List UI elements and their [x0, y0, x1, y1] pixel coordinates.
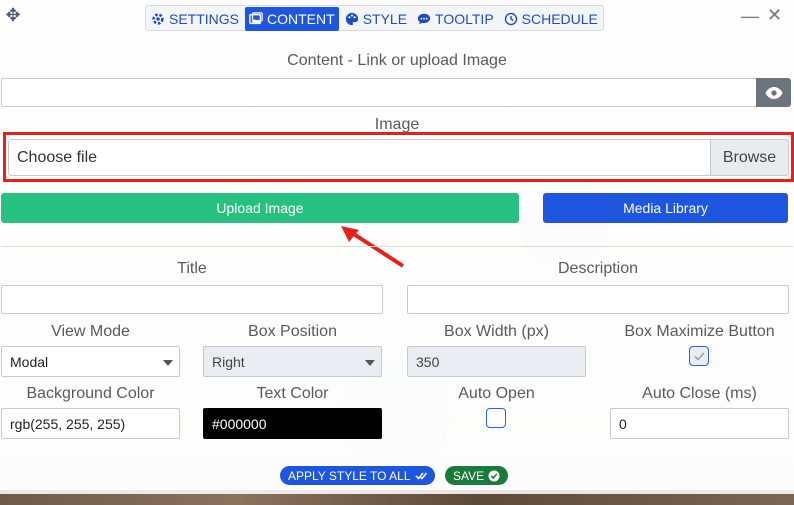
content-link-label: Content - Link or upload Image — [287, 52, 507, 69]
double-check-icon — [415, 472, 427, 480]
chevron-down-icon — [163, 359, 173, 366]
tab-settings[interactable]: SETTINGS — [147, 7, 243, 31]
images-icon — [249, 12, 263, 25]
background-color-label: Background Color — [26, 385, 155, 402]
box-position-label: Box Position — [248, 323, 337, 340]
palette-icon — [345, 12, 358, 26]
description-label: Description — [557, 260, 639, 277]
view-mode-value: Modal — [10, 353, 49, 370]
content-link-input[interactable] — [1, 78, 757, 107]
minimize-icon[interactable]: — — [741, 7, 759, 25]
eye-icon — [765, 86, 782, 99]
box-position-value: Right — [212, 353, 245, 370]
box-width-label: Box Width (px) — [444, 323, 549, 340]
tab-label: TOOLTIP — [435, 11, 494, 27]
view-mode-select[interactable]: Modal — [1, 346, 180, 377]
view-mode-label: View Mode — [51, 323, 130, 340]
chevron-down-icon — [365, 359, 375, 366]
tab-bar: SETTINGS CONTENT STYLE TOOLTIP SCHEDULE — [145, 5, 604, 31]
text-color-input[interactable]: #000000 — [203, 408, 382, 439]
title-input[interactable] — [1, 285, 383, 314]
background-color-input[interactable]: rgb(255, 255, 255) — [1, 408, 180, 439]
checkmark-icon — [693, 351, 705, 361]
upload-image-button[interactable]: Upload Image — [1, 193, 519, 223]
text-color-label: Text Color — [256, 385, 329, 402]
box-maximize-checkbox[interactable] — [689, 346, 709, 366]
auto-close-label: Auto Close (ms) — [642, 385, 757, 402]
clock-icon — [504, 12, 517, 26]
save-label: SAVE — [453, 468, 485, 483]
check-circle-icon — [488, 470, 500, 481]
preview-button[interactable] — [756, 78, 791, 107]
tab-label: SCHEDULE — [521, 11, 598, 27]
description-input[interactable] — [407, 285, 789, 314]
close-icon[interactable]: ✕ — [767, 6, 782, 24]
tab-schedule[interactable]: SCHEDULE — [500, 7, 602, 31]
tab-content[interactable]: CONTENT — [245, 7, 339, 31]
title-label: Title — [177, 260, 207, 277]
divider — [1, 246, 793, 247]
auto-open-label: Auto Open — [458, 385, 535, 402]
move-handle-icon[interactable]: ✥ — [4, 6, 22, 24]
auto-close-input[interactable]: 0 — [610, 408, 789, 439]
media-library-button[interactable]: Media Library — [543, 193, 788, 223]
box-width-input[interactable]: 350 — [407, 346, 586, 377]
apply-style-to-all-button[interactable]: APPLY STYLE TO ALL — [280, 466, 435, 485]
comment-icon — [417, 13, 431, 25]
browse-button[interactable]: Browse — [710, 139, 789, 176]
tab-label: SETTINGS — [169, 11, 240, 27]
tab-tooltip[interactable]: TOOLTIP — [413, 7, 498, 31]
file-input[interactable]: Choose file — [8, 139, 711, 176]
tab-label: STYLE — [362, 11, 408, 27]
box-position-select[interactable]: Right — [203, 346, 382, 377]
save-button[interactable]: SAVE — [445, 466, 509, 485]
gear-icon — [152, 13, 164, 25]
auto-open-checkbox[interactable] — [486, 408, 506, 428]
tab-style[interactable]: STYLE — [341, 7, 411, 31]
box-maximize-label: Box Maximize Button — [624, 323, 775, 340]
tab-label: CONTENT — [267, 11, 335, 27]
apply-style-label: APPLY STYLE TO ALL — [288, 468, 411, 483]
